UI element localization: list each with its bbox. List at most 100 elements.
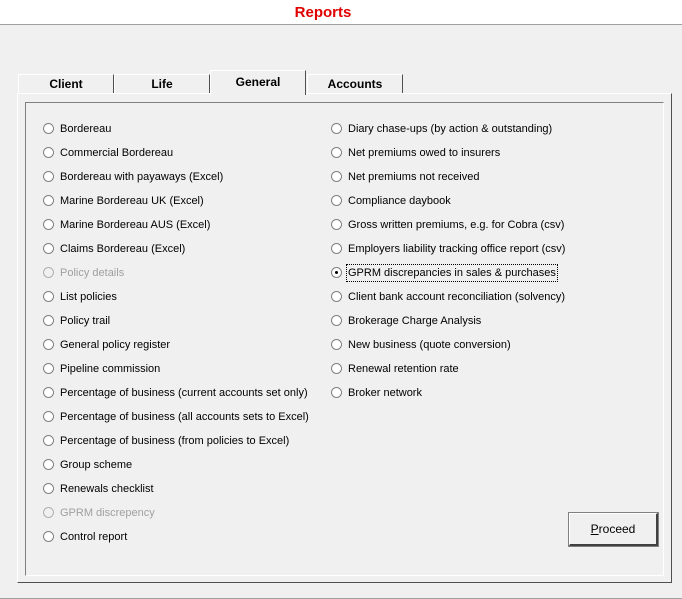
report-option-label: List policies — [60, 291, 117, 303]
radio-unchecked-icon[interactable] — [43, 435, 54, 446]
report-option[interactable]: Marine Bordereau AUS (Excel) — [43, 218, 309, 242]
tab-panel-general: Bordereau Commercial Bordereau Bordereau w… — [17, 93, 672, 583]
report-option[interactable]: Pipeline commission — [43, 362, 309, 386]
report-option-label: Net premiums not received — [348, 171, 480, 183]
report-option[interactable]: Group scheme — [43, 458, 309, 482]
report-option[interactable]: GPRM discrepancies in sales & purchases — [331, 264, 565, 290]
radio-checked-icon[interactable] — [331, 267, 342, 278]
right-report-options: Diary chase-ups (by action & outstanding… — [331, 122, 565, 410]
report-option-label: Marine Bordereau AUS (Excel) — [60, 219, 211, 231]
radio-unchecked-icon[interactable] — [331, 339, 342, 350]
radio-unchecked-icon[interactable] — [43, 315, 54, 326]
radio-unchecked-icon[interactable] — [43, 459, 54, 470]
radio-unchecked-icon[interactable] — [331, 219, 342, 230]
report-option: Policy details — [43, 266, 309, 290]
report-option-label: Broker network — [348, 387, 422, 399]
report-option-label: New business (quote conversion) — [348, 339, 511, 351]
report-option[interactable]: List policies — [43, 290, 309, 314]
report-option-label: Client bank account reconciliation (solv… — [348, 291, 566, 303]
radio-unchecked-icon[interactable] — [43, 123, 54, 134]
radio-unchecked-icon[interactable] — [43, 147, 54, 158]
report-option[interactable]: Claims Bordereau (Excel) — [43, 242, 309, 266]
radio-unchecked-icon[interactable] — [331, 147, 342, 158]
report-option[interactable]: Percentage of business (all accounts set… — [43, 410, 309, 434]
proceed-mnemonic: P — [590, 522, 599, 536]
report-option-label: Bordereau — [60, 123, 112, 135]
report-option-label: Commercial Bordereau — [60, 147, 174, 159]
report-option[interactable]: Broker network — [331, 386, 565, 410]
report-option[interactable]: Employers liability tracking office repo… — [331, 242, 565, 266]
report-option[interactable]: Renewals checklist — [43, 482, 309, 506]
radio-unchecked-icon[interactable] — [43, 387, 54, 398]
radio-unchecked-icon[interactable] — [43, 411, 54, 422]
report-option[interactable]: Policy trail — [43, 314, 309, 338]
report-option[interactable]: Net premiums owed to insurers — [331, 146, 565, 170]
radio-unchecked-icon[interactable] — [43, 531, 54, 542]
tab-general[interactable]: General — [210, 70, 306, 95]
radio-unchecked-icon[interactable] — [43, 243, 54, 254]
left-report-options: Bordereau Commercial Bordereau Bordereau w… — [43, 122, 309, 554]
report-option-label: Policy details — [60, 267, 125, 279]
radio-unchecked-icon[interactable] — [331, 315, 342, 326]
report-option-label: Percentage of business (from policies to… — [60, 435, 290, 447]
report-option-label: Compliance daybook — [348, 195, 451, 207]
radio-unchecked-icon[interactable] — [331, 363, 342, 374]
radio-unchecked-icon[interactable] — [43, 291, 54, 302]
radio-unchecked-icon[interactable] — [331, 171, 342, 182]
report-option-label: GPRM discrepency — [60, 507, 155, 519]
radio-unchecked-icon[interactable] — [43, 219, 54, 230]
report-option-label: Brokerage Charge Analysis — [348, 315, 482, 327]
tab-accounts[interactable]: Accounts — [307, 74, 403, 93]
report-option-label: Claims Bordereau (Excel) — [60, 243, 186, 255]
report-option-label: Marine Bordereau UK (Excel) — [60, 195, 204, 207]
report-option-label: Net premiums owed to insurers — [348, 147, 501, 159]
radio-unchecked-icon[interactable] — [331, 195, 342, 206]
title-bar: Reports — [0, 0, 682, 25]
report-option-label: Bordereau with payaways (Excel) — [60, 171, 224, 183]
report-option[interactable]: Compliance daybook — [331, 194, 565, 218]
report-option[interactable]: Net premiums not received — [331, 170, 565, 194]
radio-unchecked-icon[interactable] — [43, 339, 54, 350]
report-option-label: Renewal retention rate — [348, 363, 459, 375]
radio-unchecked-icon[interactable] — [43, 363, 54, 374]
report-option[interactable]: Bordereau — [43, 122, 309, 146]
radio-unchecked-icon[interactable] — [43, 171, 54, 182]
report-option-label: Pipeline commission — [60, 363, 161, 375]
report-option-label: Control report — [60, 531, 128, 543]
report-option[interactable]: Percentage of business (current accounts… — [43, 386, 309, 410]
window-title: Reports — [294, 4, 352, 21]
report-option-label: Employers liability tracking office repo… — [348, 243, 566, 255]
report-option[interactable]: Marine Bordereau UK (Excel) — [43, 194, 309, 218]
report-option-label: Group scheme — [60, 459, 133, 471]
report-options-group: Bordereau Commercial Bordereau Bordereau w… — [25, 102, 664, 576]
report-option: GPRM discrepency — [43, 506, 309, 530]
report-option-label: Gross written premiums, e.g. for Cobra (… — [348, 219, 565, 231]
radio-unchecked-icon[interactable] — [43, 483, 54, 494]
report-option[interactable]: Client bank account reconciliation (solv… — [331, 290, 565, 314]
report-option[interactable]: Commercial Bordereau — [43, 146, 309, 170]
proceed-button[interactable]: Proceed — [568, 512, 659, 547]
report-option[interactable]: Control report — [43, 530, 309, 554]
tab-life[interactable]: Life — [114, 74, 210, 93]
radio-unchecked-icon — [43, 267, 54, 278]
radio-unchecked-icon[interactable] — [331, 243, 342, 254]
report-option[interactable]: Gross written premiums, e.g. for Cobra (… — [331, 218, 565, 242]
report-option[interactable]: Diary chase-ups (by action & outstanding… — [331, 122, 565, 146]
radio-unchecked-icon[interactable] — [331, 387, 342, 398]
report-option-label: Percentage of business (current accounts… — [60, 387, 308, 399]
radio-unchecked-icon[interactable] — [43, 195, 54, 206]
report-option[interactable]: Percentage of business (from policies to… — [43, 434, 309, 458]
report-option-label: Policy trail — [60, 315, 111, 327]
report-option-label: GPRM discrepancies in sales & purchases — [346, 264, 558, 282]
report-option[interactable]: Brokerage Charge Analysis — [331, 314, 565, 338]
radio-unchecked-icon[interactable] — [331, 291, 342, 302]
proceed-label-rest: roceed — [598, 522, 636, 536]
radio-unchecked-icon[interactable] — [331, 123, 342, 134]
report-option-label: Diary chase-ups (by action & outstanding… — [348, 123, 553, 135]
tab-client[interactable]: Client — [18, 74, 114, 93]
report-option[interactable]: General policy register — [43, 338, 309, 362]
report-option[interactable]: Bordereau with payaways (Excel) — [43, 170, 309, 194]
report-option[interactable]: Renewal retention rate — [331, 362, 565, 386]
report-option[interactable]: New business (quote conversion) — [331, 338, 565, 362]
report-option-label: Percentage of business (all accounts set… — [60, 411, 309, 423]
